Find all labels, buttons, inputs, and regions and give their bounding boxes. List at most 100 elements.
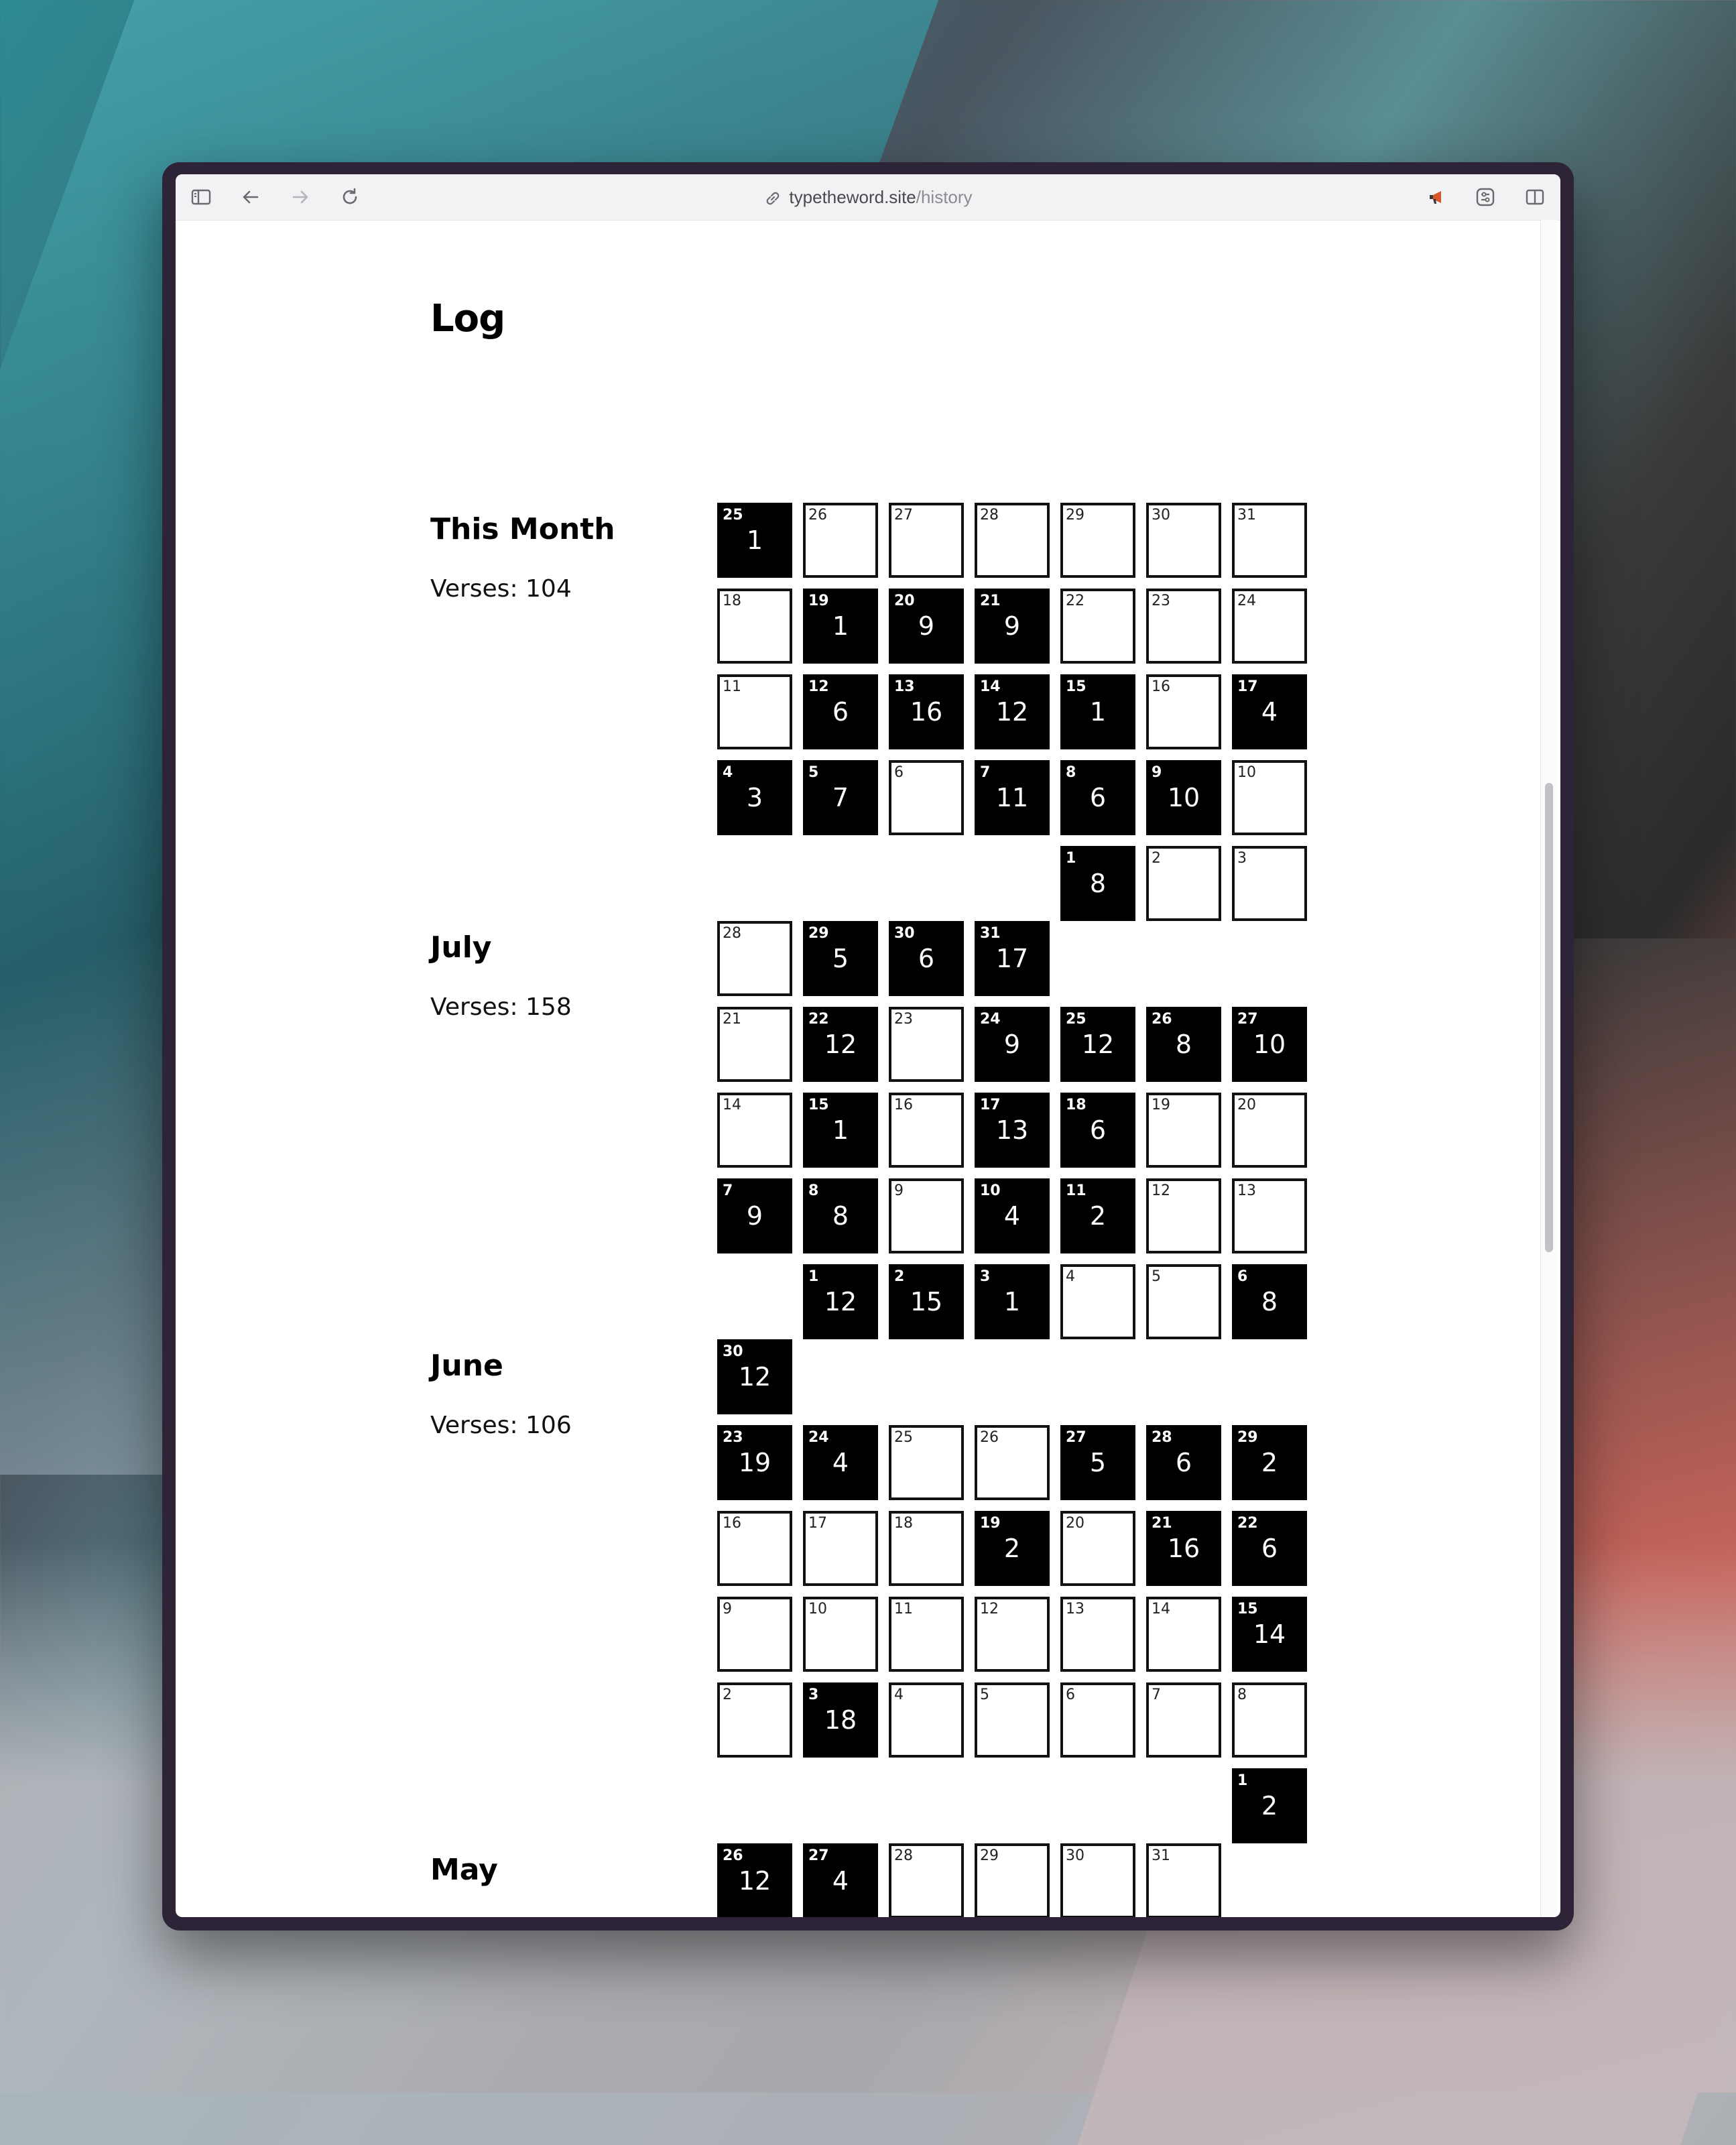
day-cell: 31 (1146, 1843, 1221, 1917)
verse-count: 8 (1261, 1287, 1278, 1316)
day-number: 20 (1066, 1515, 1084, 1532)
day-number: 18 (1066, 1097, 1087, 1113)
scrollbar-thumb[interactable] (1545, 783, 1553, 1252)
day-number: 30 (894, 925, 915, 942)
day-cell: 22 (1060, 589, 1135, 664)
day-number: 2 (1152, 850, 1161, 867)
day-number: 7 (723, 1182, 733, 1199)
day-number: 19 (980, 1515, 1001, 1532)
day-cell: 2 (717, 1682, 792, 1758)
day-number: 11 (894, 1601, 913, 1617)
day-cell: 30 (1060, 1843, 1135, 1917)
day-number: 15 (808, 1097, 829, 1113)
day-number: 30 (1066, 1847, 1084, 1864)
day-number: 24 (980, 1011, 1001, 1028)
day-cell: 23 (1146, 589, 1221, 664)
day-cell-active: 23 19 (717, 1425, 792, 1500)
day-number: 24 (808, 1429, 829, 1446)
section-title: July (430, 930, 492, 965)
day-cell-active: 26 12 (717, 1843, 792, 1917)
day-cell-active: 14 12 (975, 674, 1050, 749)
day-number: 2 (723, 1687, 732, 1703)
day-number: 28 (723, 925, 741, 942)
verse-count: 6 (1089, 783, 1107, 812)
day-cell: 26 (803, 503, 878, 578)
day-number: 20 (894, 593, 915, 609)
day-number: 22 (1237, 1515, 1258, 1532)
verse-count: 12 (738, 1362, 771, 1392)
day-cell: 3 (1232, 846, 1307, 921)
day-cell: 17 (803, 1511, 878, 1586)
day-number: 12 (1152, 1182, 1170, 1199)
day-number: 10 (1237, 764, 1256, 781)
verse-count: 1 (1089, 697, 1107, 727)
day-cell: 24 (1232, 589, 1307, 664)
day-number: 23 (723, 1429, 743, 1446)
section-verses-count: Verses: 104 (430, 575, 572, 603)
day-number: 26 (980, 1429, 999, 1446)
day-number: 8 (808, 1182, 819, 1199)
day-cell: 16 (889, 1093, 964, 1168)
day-cell-active: 30 6 (889, 921, 964, 996)
day-cell: 8 (1232, 1682, 1307, 1758)
verse-count: 10 (1253, 1030, 1286, 1059)
day-cell-active: 15 1 (1060, 674, 1135, 749)
scrollbar[interactable] (1540, 220, 1557, 1917)
day-number: 9 (723, 1601, 732, 1617)
extension-icon[interactable] (1475, 186, 1496, 208)
day-cell-active: 18 (1060, 846, 1135, 921)
day-cell-active: 27 5 (1060, 1425, 1135, 1500)
split-view-icon[interactable] (1524, 186, 1546, 208)
day-cell: 29 (975, 1843, 1050, 1917)
day-cell-active: 2 15 (889, 1264, 964, 1339)
address-bar[interactable]: typetheword.site/history (176, 174, 1560, 220)
day-cell: 13 (1060, 1597, 1135, 1672)
day-number: 17 (1237, 678, 1258, 695)
verse-count: 8 (1175, 1030, 1192, 1059)
day-cell: 10 (803, 1597, 878, 1672)
verse-count: 17 (995, 944, 1029, 973)
verse-count: 6 (1261, 1534, 1278, 1563)
day-number: 6 (894, 764, 904, 781)
verse-count: 16 (910, 697, 943, 727)
day-number: 23 (1152, 593, 1170, 609)
day-cell-active: 25 1 (717, 503, 792, 578)
day-number: 18 (723, 593, 741, 609)
verse-count: 1 (832, 611, 849, 641)
day-cell-active: 79 (717, 1178, 792, 1253)
day-cell: 11 (889, 1597, 964, 1672)
day-cell: 20 (1232, 1093, 1307, 1168)
megaphone-icon[interactable] (1426, 186, 1448, 208)
day-number: 31 (980, 925, 1001, 942)
day-cell-active: 25 12 (1060, 1007, 1135, 1082)
day-cell-active: 15 14 (1232, 1597, 1307, 1672)
day-cell: 27 (889, 503, 964, 578)
day-cell-active: 21 16 (1146, 1511, 1221, 1586)
day-number: 5 (1152, 1268, 1161, 1285)
day-cell: 30 (1146, 503, 1221, 578)
verse-count: 5 (832, 944, 849, 973)
day-number: 18 (894, 1515, 913, 1532)
section-verses-count: Verses: 158 (430, 993, 572, 1021)
day-number: 3 (980, 1268, 991, 1285)
day-cell: 25 (889, 1425, 964, 1500)
verse-count: 6 (918, 944, 935, 973)
day-number: 6 (1237, 1268, 1248, 1285)
day-number: 4 (1066, 1268, 1075, 1285)
day-cell-active: 27 10 (1232, 1007, 1307, 1082)
verse-count: 12 (824, 1030, 857, 1059)
verse-count: 16 (1167, 1534, 1200, 1563)
day-number: 29 (1237, 1429, 1258, 1446)
day-cell: 6 (889, 760, 964, 835)
day-number: 19 (1152, 1097, 1170, 1113)
verse-count: 7 (832, 783, 849, 812)
day-cell-active: 22 12 (803, 1007, 878, 1082)
verse-count: 14 (1253, 1619, 1286, 1649)
day-cell: 10 (1232, 760, 1307, 835)
day-cell: 18 (889, 1511, 964, 1586)
verse-count: 3 (746, 783, 763, 812)
day-number: 24 (1237, 593, 1256, 609)
verse-count: 12 (1081, 1030, 1115, 1059)
section-verses-count: Verses: 106 (430, 1412, 572, 1439)
verse-count: 1 (1003, 1287, 1021, 1316)
